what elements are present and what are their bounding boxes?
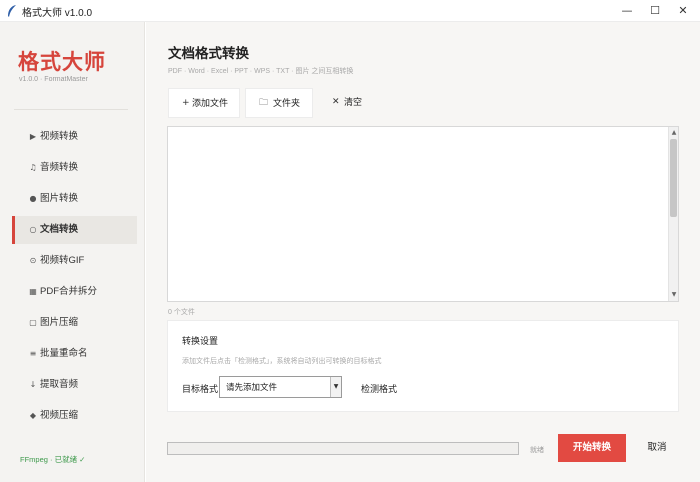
target-format-label: 目标格式 [182, 384, 219, 394]
title-bar: 格式大师 v1.0.0 — ☐ ✕ [0, 0, 700, 22]
version-label: v1.0.0 · FormatMaster [19, 76, 88, 83]
sidebar-item-label: 文档转换 [40, 224, 79, 235]
gif-circle-icon: ⊙ [29, 256, 37, 265]
feather-app-icon [8, 5, 16, 17]
page-title: 文档格式转换 [168, 46, 249, 61]
ffmpeg-status: FFmpeg · 已就绪 ✓ [20, 455, 86, 464]
sidebar-item-label: 提取音频 [40, 379, 79, 390]
page-subtitle: PDF · Word · Excel · PPT · WPS · TXT · 图… [168, 68, 354, 75]
start-convert-button[interactable]: 开始转换 [558, 434, 626, 462]
sidebar-item-label: PDF合并拆分 [40, 286, 98, 297]
clear-button[interactable]: ✕ 清空 [324, 88, 376, 118]
target-format-select[interactable]: 请先添加文件 ▼ [219, 376, 342, 398]
progress-status: 就绪 [530, 447, 544, 454]
main-panel: 文档格式转换 PDF · Word · Excel · PPT · WPS · … [146, 22, 700, 482]
sidebar-item-video-convert[interactable]: ▶ 视频转换 [12, 123, 137, 151]
music-note-icon: ♫ [29, 163, 37, 172]
document-circle-icon: ○ [29, 225, 37, 234]
sidebar-item-label: 音频转换 [40, 162, 79, 173]
play-icon: ▶ [29, 132, 37, 141]
add-file-label: 添加文件 [192, 98, 229, 108]
scroll-down-arrow-icon[interactable]: ▼ [670, 291, 678, 299]
add-folder-label: 文件夹 [273, 98, 301, 108]
folder-icon: 🗀 [259, 98, 269, 108]
rename-icon: ≡ [29, 349, 37, 358]
detect-format-button[interactable]: 检测格式 [361, 382, 397, 395]
sidebar-item-document-convert[interactable]: ○ 文档转换 [12, 216, 137, 244]
sidebar-item-image-convert[interactable]: ● 图片转换 [12, 185, 137, 213]
settings-title: 转换设置 [182, 336, 219, 346]
add-file-button[interactable]: + 添加文件 [168, 88, 240, 118]
maximize-button[interactable]: ☐ [644, 2, 666, 20]
window-title: 格式大师 v1.0.0 [22, 8, 93, 19]
sidebar-item-video-to-gif[interactable]: ⊙ 视频转GIF [12, 247, 137, 275]
scroll-thumb[interactable] [670, 139, 677, 217]
pdf-grid-icon: ▦ [29, 287, 37, 296]
clear-x-icon: ✕ [332, 97, 340, 107]
sidebar-item-label: 图片压缩 [40, 317, 79, 328]
image-dot-icon: ● [29, 194, 37, 203]
sidebar-item-video-compress[interactable]: ◆ 视频压缩 [12, 402, 137, 430]
brand-title: 格式大师 [18, 51, 106, 74]
add-folder-button[interactable]: 🗀 文件夹 [245, 88, 313, 118]
close-button[interactable]: ✕ [672, 2, 694, 20]
sidebar-item-batch-rename[interactable]: ≡ 批量重命名 [12, 340, 137, 368]
cancel-button[interactable]: 取消 [634, 434, 680, 462]
file-count: 0 个文件 [168, 309, 195, 316]
sidebar-item-label: 批量重命名 [40, 348, 88, 359]
progress-bar [167, 442, 519, 455]
extract-arrow-icon: ↓ [29, 380, 37, 389]
plus-icon: + [182, 98, 190, 108]
sidebar-item-label: 视频转GIF [40, 255, 85, 266]
compress-square-icon: ▢ [29, 318, 37, 327]
minimize-button[interactable]: — [616, 2, 638, 20]
sidebar-item-audio-convert[interactable]: ♫ 音频转换 [12, 154, 137, 182]
clear-label: 清空 [344, 97, 363, 107]
sidebar-item-label: 图片转换 [40, 193, 79, 204]
file-list-scrollbar[interactable]: ▲ ▼ [668, 127, 678, 301]
conversion-settings-panel: 转换设置 添加文件后点击「检测格式」，系统将自动列出可转换的目标格式 目标格式 … [167, 320, 679, 412]
settings-hint: 添加文件后点击「检测格式」，系统将自动列出可转换的目标格式 [182, 358, 382, 365]
target-format-value: 请先添加文件 [226, 382, 278, 392]
file-list[interactable]: ▲ ▼ [167, 126, 679, 302]
sidebar-divider [14, 109, 128, 110]
sidebar-item-label: 视频转换 [40, 131, 79, 142]
chevron-down-icon[interactable]: ▼ [330, 377, 341, 397]
sidebar-item-label: 视频压缩 [40, 410, 79, 421]
compress-diamond-icon: ◆ [29, 411, 37, 420]
sidebar: 格式大师 v1.0.0 · FormatMaster ▶ 视频转换 ♫ 音频转换… [0, 22, 145, 482]
sidebar-item-pdf-merge-split[interactable]: ▦ PDF合并拆分 [12, 278, 137, 306]
sidebar-item-image-compress[interactable]: ▢ 图片压缩 [12, 309, 137, 337]
sidebar-item-extract-audio[interactable]: ↓ 提取音频 [12, 371, 137, 399]
scroll-up-arrow-icon[interactable]: ▲ [670, 129, 678, 137]
